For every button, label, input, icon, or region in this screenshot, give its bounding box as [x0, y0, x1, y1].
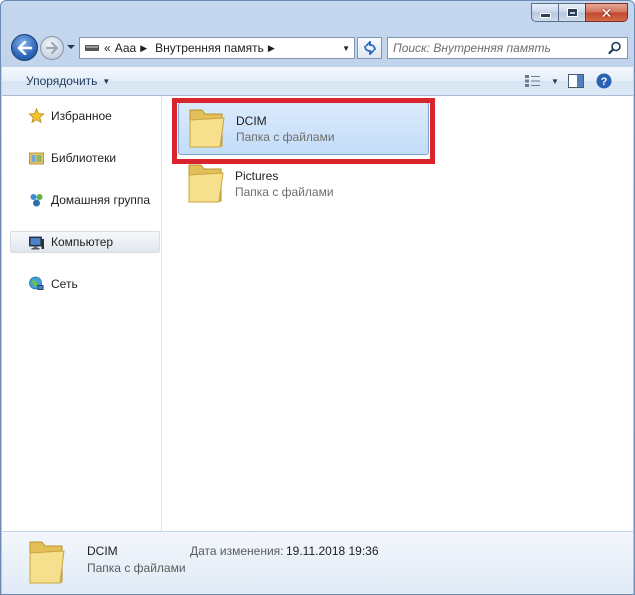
search-box[interactable] [387, 37, 628, 59]
close-button[interactable]: ✕ [585, 3, 628, 22]
details-date-value: 19.11.2018 19:36 [286, 544, 379, 558]
folder-type: Папка с файлами [236, 130, 335, 144]
help-icon: ? [596, 73, 612, 89]
details-type: Папка с файлами [87, 561, 186, 575]
folder-item-dcim[interactable]: DCIM Папка с файлами [178, 102, 429, 155]
chevron-down-icon: ▼ [102, 76, 111, 86]
folder-item-pictures[interactable]: Pictures Папка с файлами [178, 158, 429, 211]
refresh-button[interactable] [357, 37, 382, 59]
search-icon[interactable] [608, 41, 622, 55]
back-button[interactable] [11, 34, 38, 61]
details-date-label: Дата изменения: [190, 544, 284, 558]
change-view-button[interactable]: ▼ [525, 71, 559, 91]
nav-item-label: Избранное [51, 109, 112, 123]
maximize-button[interactable] [558, 3, 585, 22]
folder-icon [29, 541, 65, 584]
minimize-icon [539, 13, 551, 18]
folder-icon [189, 109, 225, 148]
view-icon [525, 75, 541, 87]
star-icon [28, 108, 45, 124]
address-segment-internal-memory[interactable]: Внутренняя память ▶ [155, 41, 279, 55]
address-overflow[interactable]: « [104, 41, 111, 55]
caption-buttons: ✕ [531, 3, 628, 22]
computer-icon [29, 236, 44, 250]
details-pane: DCIM Папка с файлами Дата изменения: 19.… [2, 531, 633, 594]
minimize-button[interactable] [531, 3, 558, 22]
preview-pane-button[interactable] [565, 71, 587, 91]
close-icon: ✕ [600, 4, 613, 21]
svg-text:?: ? [601, 76, 608, 88]
address-segment-label: Внутренняя память [155, 41, 264, 55]
forward-button[interactable] [40, 36, 64, 60]
content-area: Избранное Библиотеки Домашняя группа Ком… [2, 96, 633, 531]
address-bar[interactable]: « Ааа ▶ Внутренняя память ▶ ▼ [79, 37, 355, 59]
command-bar: Упорядочить ▼ ▼ ? [2, 67, 633, 96]
folder-name: DCIM [236, 114, 267, 128]
breadcrumb-arrow-icon[interactable]: ▶ [140, 43, 147, 54]
details-name: DCIM [87, 544, 118, 558]
file-list: DCIM Папка с файлами Pictures Папка с фа… [163, 96, 633, 531]
recent-pages-dropdown-icon[interactable] [66, 42, 76, 52]
nav-item-label: Компьютер [51, 235, 114, 249]
breadcrumb-arrow-icon[interactable]: ▶ [268, 43, 275, 54]
refresh-icon [363, 41, 376, 55]
address-segment-label: Ааа [114, 41, 137, 55]
nav-item-computer[interactable]: Компьютер [10, 231, 160, 253]
nav-item-label: Сеть [51, 277, 78, 291]
organize-label: Упорядочить [26, 74, 98, 88]
preview-pane-icon [568, 74, 584, 88]
help-button[interactable]: ? [593, 71, 615, 91]
network-icon [29, 276, 44, 290]
nav-item-libraries[interactable]: Библиотеки [11, 147, 161, 169]
folder-icon [188, 164, 224, 203]
explorer-window: ✕ « Ааа ▶ Внутренняя память ▶ ▼ Поиск: В… [0, 0, 635, 595]
address-dropdown-icon[interactable]: ▼ [342, 44, 350, 53]
maximize-icon [566, 8, 578, 17]
homegroup-icon [30, 194, 43, 207]
back-arrow-icon [17, 40, 32, 55]
drive-icon [85, 45, 99, 51]
toolbar-right: ▼ ? [519, 71, 615, 91]
address-segment-aaa[interactable]: Ааа ▶ [115, 41, 151, 55]
forward-arrow-icon [45, 42, 59, 54]
navigation-bar: « Ааа ▶ Внутренняя память ▶ ▼ [9, 34, 628, 62]
nav-item-favorites[interactable]: Избранное [11, 105, 161, 127]
folder-name: Pictures [235, 169, 279, 183]
organize-button[interactable]: Упорядочить ▼ [26, 74, 110, 88]
nav-item-homegroup[interactable]: Домашняя группа [11, 189, 161, 211]
navigation-pane: Избранное Библиотеки Домашняя группа Ком… [2, 96, 162, 531]
libraries-icon [29, 152, 44, 165]
search-input[interactable] [393, 41, 603, 55]
nav-item-label: Библиотеки [51, 151, 117, 165]
folder-type: Папка с файлами [235, 185, 334, 199]
nav-item-label: Домашняя группа [51, 193, 151, 207]
view-dropdown-icon[interactable]: ▼ [551, 77, 559, 86]
nav-item-network[interactable]: Сеть [11, 273, 161, 295]
